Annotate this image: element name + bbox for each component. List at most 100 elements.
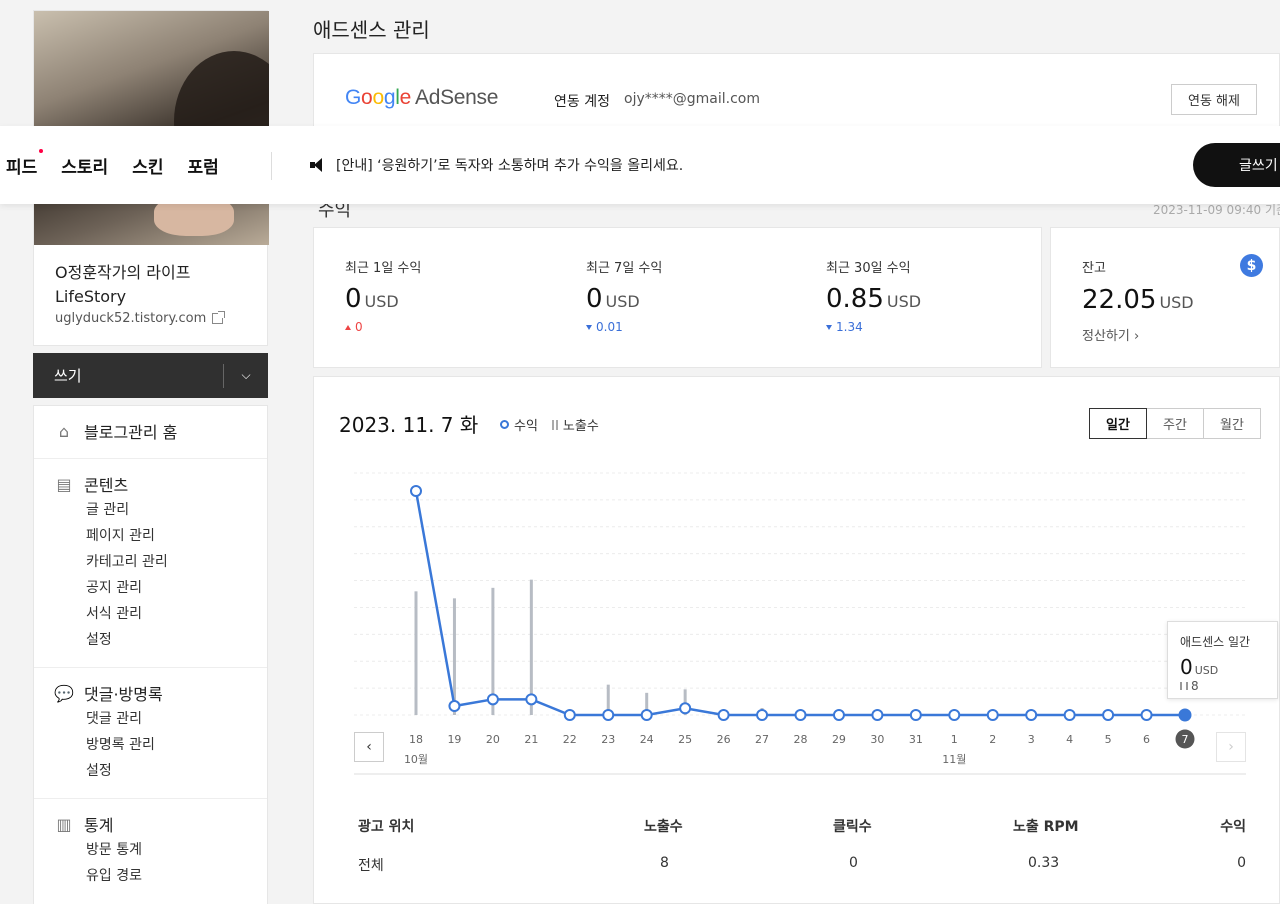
bar-chart-icon: ▥	[56, 814, 72, 834]
revenue-point	[1140, 709, 1153, 721]
revenue-point	[640, 709, 653, 721]
column-header: 수익	[1220, 819, 1246, 835]
blog-url: uglyduck52.tistory.com	[55, 311, 207, 326]
table-cell: 0	[849, 855, 858, 871]
month-label: 11월	[942, 753, 966, 766]
x-tick-label: 6	[1143, 733, 1150, 746]
revenue-summary-card: 최근 1일 수익 0 USD 0 최근 7일 수익 0 USD 0.01 최근 30…	[313, 227, 1042, 368]
blog-name[interactable]: O정훈작가의 라이프 LifeStory	[55, 261, 255, 309]
sidebar-subitem-notices[interactable]: 공지 관리	[34, 575, 267, 601]
sidebar-subitem-templates[interactable]: 서식 관리	[34, 601, 267, 627]
tooltip-impressions: 8	[1180, 679, 1265, 693]
stat-change: 0	[345, 320, 421, 334]
nav-forum[interactable]: 포럼	[187, 153, 218, 178]
sidebar-item-comments[interactable]: 💬 댓글·방명록	[34, 680, 267, 706]
top-nav: 피드 스토리 스킨 포럼	[0, 148, 219, 178]
revenue-point	[602, 709, 615, 721]
sidebar-item-stats[interactable]: ▥ 통계	[34, 811, 267, 837]
sidebar-subitem-guestbook-manage[interactable]: 방명록 관리	[34, 732, 267, 758]
revenue-chart[interactable]: 18 19 20 21 22 23 24 25 26 27 28 29 30 31 1 2 3 4 5 6 710월 11…	[314, 377, 1279, 797]
home-icon: ⌂	[58, 421, 70, 441]
revenue-point	[1063, 709, 1076, 721]
revenue-chart-card: 2023. 11. 7 화 수익 노출수 일간 주간 월간 18 19 20 21 22…	[313, 376, 1280, 904]
stat-1day: 최근 1일 수익 0 USD 0	[345, 257, 421, 334]
table-cell: 8	[660, 855, 669, 871]
revenue-point	[1025, 709, 1038, 721]
new-badge-dot	[39, 148, 44, 153]
tab-daily[interactable]: 일간	[1089, 408, 1147, 439]
sidebar-subitem-referrers[interactable]: 유입 경로	[34, 863, 267, 889]
adsense-account-card: Google AdSense 연동 계정 ojy****@gmail.com 연동…	[313, 53, 1280, 133]
stat-change: 1.34	[826, 320, 921, 334]
x-tick-label: 28	[794, 733, 808, 746]
revenue-point	[794, 709, 807, 721]
sidebar-item-blog-home[interactable]: ⌂ 블로그관리 홈	[34, 418, 267, 444]
sidebar-item-contents[interactable]: ▤ 콘텐츠	[34, 471, 267, 497]
sidebar-item-label: 댓글·방명록	[84, 685, 163, 704]
impressions-bar	[414, 591, 418, 715]
tooltip-title: 애드센스 일간	[1180, 635, 1251, 649]
write-button[interactable]: 쓰기 ⌵	[33, 353, 268, 398]
x-tick-label: 18	[409, 733, 423, 746]
chart-next-button[interactable]: ›	[1216, 732, 1246, 762]
revenue-point	[448, 700, 461, 713]
column-header: 광고 위치	[358, 819, 415, 835]
sidebar-item-label: 콘텐츠	[84, 476, 129, 495]
linked-account-label: 연동 계정	[554, 94, 610, 110]
notice-banner[interactable]: [안내] ‘응원하기’로 독자와 소통하며 추가 수익을 올리세요.	[310, 155, 683, 175]
menu-group-comments: 💬 댓글·방명록 댓글 관리 방명록 관리 설정	[34, 668, 267, 799]
sidebar-menu: ⌂ 블로그관리 홈 ▤ 콘텐츠 글 관리 페이지 관리 카테고리 관리 공지 관…	[33, 405, 268, 904]
menu-group-stats: ▥ 통계 방문 통계 유입 경로	[34, 799, 267, 903]
x-tick-label: 4	[1066, 733, 1073, 746]
revenue-point	[486, 693, 499, 706]
chart-prev-button[interactable]: ‹	[354, 732, 384, 762]
column-header: 노출 RPM	[1013, 819, 1079, 835]
settle-link[interactable]: 정산하기 ›	[1082, 325, 1139, 344]
sidebar-subitem-visit-stats[interactable]: 방문 통계	[34, 837, 267, 863]
stat-label: 최근 30일 수익	[826, 261, 911, 276]
decrease-icon	[586, 324, 592, 330]
table-cell: 전체	[358, 858, 384, 874]
nav-skin[interactable]: 스킨	[132, 153, 163, 178]
blog-url-link[interactable]: uglyduck52.tistory.com	[55, 311, 226, 326]
bar-marker-icon	[1180, 682, 1188, 690]
increase-icon	[345, 324, 351, 330]
x-tick-label: 19	[447, 733, 461, 746]
stat-30day: 최근 30일 수익 0.85 USD 1.34	[826, 257, 921, 334]
nav-story[interactable]: 스토리	[61, 153, 108, 178]
dollar-icon: $	[1240, 254, 1263, 277]
chevron-down-icon[interactable]: ⌵	[224, 368, 268, 383]
x-tick-label: 25	[678, 733, 692, 746]
write-button-label: 쓰기	[54, 367, 82, 385]
chevron-left-icon: ‹	[366, 739, 372, 755]
menu-group-contents: ▤ 콘텐츠 글 관리 페이지 관리 카테고리 관리 공지 관리 서식 관리 설정	[34, 459, 267, 668]
stat-7day: 최근 7일 수익 0 USD 0.01	[586, 257, 662, 334]
decrease-icon	[826, 324, 832, 330]
unlink-button[interactable]: 연동 해제	[1171, 84, 1257, 115]
new-post-button[interactable]: 글쓰기	[1193, 143, 1280, 187]
x-tick-label: 31	[909, 733, 923, 746]
revenue-point	[679, 702, 692, 715]
nav-feed[interactable]: 피드	[6, 148, 44, 178]
sidebar-item-label: 통계	[84, 816, 114, 835]
document-icon: ▤	[56, 474, 72, 494]
stat-value: 0 USD	[586, 284, 640, 314]
sidebar-subitem-content-settings[interactable]: 설정	[34, 627, 267, 653]
external-link-icon	[212, 311, 226, 324]
revenue-point	[756, 709, 769, 721]
sidebar-subitem-pages[interactable]: 페이지 관리	[34, 523, 267, 549]
revenue-point	[909, 709, 922, 721]
revenue-point	[1102, 709, 1115, 721]
sidebar-subitem-comment-manage[interactable]: 댓글 관리	[34, 706, 267, 732]
sidebar-subitem-comment-settings[interactable]: 설정	[34, 758, 267, 784]
revenue-point	[1178, 708, 1192, 722]
notice-text: [안내] ‘응원하기’로 독자와 소통하며 추가 수익을 올리세요.	[336, 158, 684, 174]
revenue-point	[871, 709, 884, 721]
sidebar-subitem-categories[interactable]: 카테고리 관리	[34, 549, 267, 575]
sidebar-subitem-posts[interactable]: 글 관리	[34, 497, 267, 523]
stat-change: 0.01	[586, 320, 662, 334]
revenue-point	[986, 709, 999, 721]
x-tick-label: 7	[1182, 733, 1189, 746]
x-tick-label: 5	[1105, 733, 1112, 746]
x-tick-label: 1	[951, 733, 958, 746]
